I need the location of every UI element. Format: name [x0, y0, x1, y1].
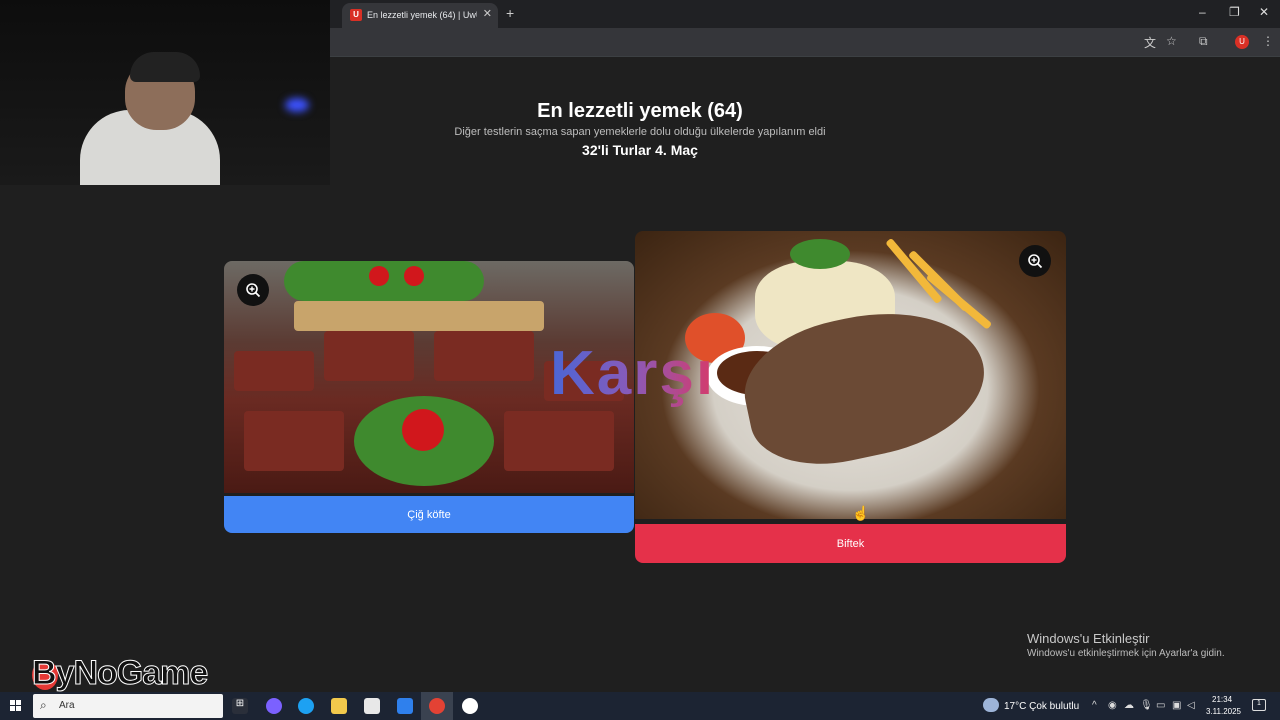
extensions-icon[interactable]: ⧉: [1199, 34, 1208, 49]
choice-button-cig-kofte[interactable]: Çiğ köfte: [224, 496, 634, 533]
page-subtitle: Diğer testlerin saçma sapan yemeklerle d…: [454, 126, 826, 138]
search-icon: ⌕: [40, 698, 47, 712]
profile-avatar[interactable]: U: [1235, 35, 1249, 49]
search-placeholder: Ara: [59, 700, 75, 711]
windows-activation-title: Windows'u Etkinleştir: [1027, 631, 1150, 646]
taskbar-search-input[interactable]: ⌕ Ara: [33, 694, 223, 718]
windows-start-icon[interactable]: [10, 700, 22, 712]
minimize-icon[interactable]: –: [1199, 5, 1206, 19]
hand-cursor-icon: ☝: [852, 505, 870, 521]
notification-center-icon[interactable]: 1: [1252, 699, 1266, 711]
restore-icon[interactable]: ❐: [1229, 5, 1240, 19]
zoom-in-icon[interactable]: [1019, 245, 1051, 277]
file-explorer-icon[interactable]: [331, 698, 347, 714]
volume-icon[interactable]: ◁: [1187, 700, 1195, 711]
bookmark-star-icon[interactable]: ☆: [1166, 34, 1177, 48]
weather-cloud-icon[interactable]: [983, 698, 999, 712]
zoom-in-icon[interactable]: [237, 274, 269, 306]
bynogame-watermark: ByNoGame: [31, 654, 208, 693]
tray-expand-icon[interactable]: ^: [1092, 700, 1097, 711]
chrome-icon[interactable]: [429, 698, 445, 714]
address-bar[interactable]: [330, 31, 1120, 53]
page-title: En lezzetli yemek (64): [537, 100, 743, 122]
versus-label: Karşı: [550, 339, 716, 408]
streamer-cap: [130, 52, 200, 82]
tab-title: En lezzetli yemek (64) | UwUFUFU: [367, 10, 477, 20]
windows-taskbar: ⌕ Ara ⊞ 17°C Çok bulutlu ^ ◉ ☁ 🎙 ▭ ▣ ◁ 2…: [0, 692, 1280, 720]
display-icon[interactable]: ▭: [1156, 700, 1165, 711]
store-icon[interactable]: [364, 698, 380, 714]
windows-activation-subtitle: Windows'u etkinleştirmek için Ayarlar'a …: [1027, 648, 1225, 659]
round-label: 32'li Turlar 4. Maç: [582, 142, 698, 158]
mic-icon[interactable]: 🎙: [1140, 700, 1153, 711]
clock-date[interactable]: 3.11.2025: [1206, 707, 1241, 716]
choice-button-biftek[interactable]: Biftek: [635, 524, 1066, 563]
network-icon[interactable]: ▣: [1172, 700, 1181, 711]
copilot-icon[interactable]: [266, 698, 282, 714]
weather-text[interactable]: 17°C Çok bulutlu: [1004, 701, 1079, 712]
new-tab-icon[interactable]: +: [506, 5, 514, 21]
onedrive-icon[interactable]: ☁: [1124, 700, 1134, 711]
site-favicon-icon: U: [350, 9, 362, 21]
menu-kebab-icon[interactable]: ⋮: [1262, 34, 1274, 48]
mail-icon[interactable]: [397, 698, 413, 714]
close-window-icon[interactable]: ✕: [1259, 5, 1269, 19]
translate-icon[interactable]: 文: [1144, 34, 1156, 51]
tab-close-icon[interactable]: ✕: [483, 7, 492, 20]
edge-icon[interactable]: [298, 698, 314, 714]
tray-app-icon[interactable]: ◉: [1108, 700, 1117, 711]
toolbar-divider: [330, 56, 1280, 57]
clock-time[interactable]: 21:34: [1212, 695, 1232, 704]
task-view-icon[interactable]: ⊞: [232, 698, 248, 714]
obs-icon[interactable]: [462, 698, 478, 714]
browser-tab-active[interactable]: U En lezzetli yemek (64) | UwUFUFU ✕: [342, 3, 498, 28]
